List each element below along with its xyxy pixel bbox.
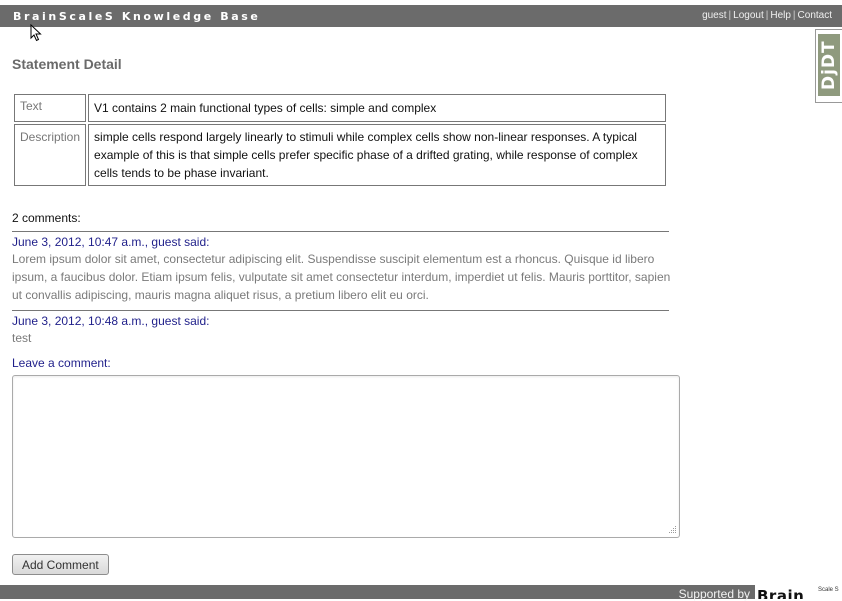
comment-body: Lorem ipsum dolor sit amet, consectetur … — [12, 252, 671, 302]
separator: | — [728, 10, 732, 21]
row-key: Text — [14, 94, 87, 122]
contact-link[interactable]: Contact — [798, 10, 832, 21]
sponsor-logo[interactable]: Brain Scale S — [755, 585, 842, 599]
comment-body: test — [12, 331, 32, 345]
separator: | — [765, 10, 769, 21]
divider — [12, 231, 669, 232]
statement-table: Text V1 contains 2 main functional types… — [12, 92, 668, 188]
row-key: Description — [14, 124, 87, 186]
comment-meta: June 3, 2012, 10:47 a.m., guest said: — [12, 235, 210, 249]
debug-toolbar-tab[interactable]: DjDT — [815, 29, 842, 103]
comments-count: 2 comments: — [12, 211, 81, 225]
sponsor-logo-text: Brain — [757, 587, 805, 599]
comment-meta: June 3, 2012, 10:48 a.m., guest said: — [12, 314, 210, 328]
leave-comment-label: Leave a comment: — [12, 356, 111, 370]
user-links: guest | Logout | Help | Contact — [702, 10, 832, 21]
brand-title[interactable]: BrainScaleS Knowledge Base — [13, 10, 260, 23]
user-link-guest[interactable]: guest — [702, 10, 726, 21]
row-value: simple cells respond largely linearly to… — [88, 124, 666, 186]
separator: | — [792, 10, 796, 21]
resize-grip-icon[interactable] — [667, 524, 677, 534]
mouse-cursor-icon — [30, 24, 42, 42]
comment-item: June 3, 2012, 10:47 a.m., guest said: Lo… — [12, 235, 672, 304]
table-row: Text V1 contains 2 main functional types… — [14, 94, 666, 122]
top-bar: BrainScaleS Knowledge Base guest | Logout |… — [0, 5, 842, 27]
help-link[interactable]: Help — [770, 10, 791, 21]
table-row: Description simple cells respond largely… — [14, 124, 666, 186]
comment-textarea[interactable] — [12, 375, 680, 538]
comment-item: June 3, 2012, 10:48 a.m., guest said: te… — [12, 314, 672, 347]
row-value: V1 contains 2 main functional types of c… — [88, 94, 666, 122]
sponsor-logo-small: Scale S — [818, 587, 839, 593]
footer-bar: Supported by Brain Scale S — [0, 585, 842, 601]
debug-toolbar-label: DjDT — [818, 34, 840, 96]
page-title: Statement Detail — [12, 56, 122, 72]
divider — [12, 310, 669, 311]
add-comment-button[interactable]: Add Comment — [12, 554, 109, 575]
logout-link[interactable]: Logout — [733, 10, 764, 21]
